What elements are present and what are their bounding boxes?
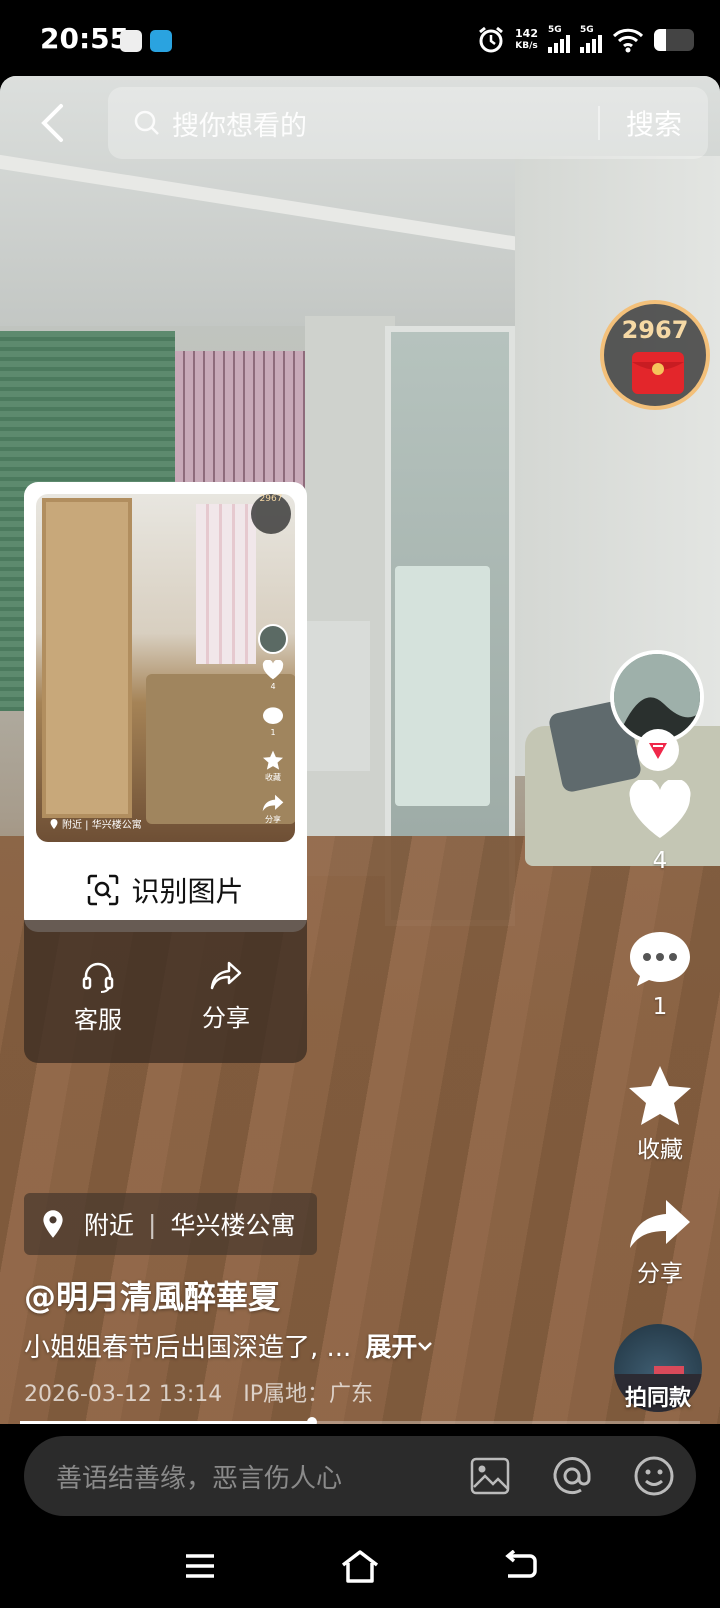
red-packet-widget[interactable]: 2967 [600, 300, 710, 410]
nav-back-button[interactable] [498, 1546, 542, 1586]
post-meta: 2026-03-12 13:14 IP属地：广东 [24, 1376, 387, 1408]
mention-button[interactable] [550, 1454, 594, 1498]
scan-image-icon [88, 874, 119, 906]
comment-button[interactable]: 1 [600, 928, 720, 1020]
favorite-label: 收藏 [637, 1137, 683, 1163]
follow-button[interactable] [637, 729, 679, 771]
thumb-comment: 1 [258, 706, 288, 737]
back-arrow-icon [41, 104, 63, 142]
menu-icon [186, 1554, 214, 1578]
location-tag[interactable]: 附近 | 华兴楼公寓 [24, 1193, 318, 1255]
signal-sim1-icon: 5G [548, 25, 570, 53]
remix-label[interactable]: 拍同款 [600, 1380, 716, 1412]
status-time: 20:55 [40, 22, 130, 55]
wifi-icon [612, 28, 644, 53]
emoji-icon [634, 1456, 674, 1496]
share-arrow-icon [630, 1200, 690, 1248]
post-date: 2026-03-12 13:14 [24, 1382, 223, 1407]
location-nearby: 附近 [84, 1211, 135, 1240]
system-nav-bar [0, 1524, 720, 1608]
back-button[interactable] [30, 98, 74, 148]
thumb-avatar [258, 624, 288, 656]
search-input[interactable]: 搜你想看的 [172, 104, 598, 143]
thumb-red-packet: 2967 [251, 494, 291, 534]
network-speed: 142 KB/s [515, 27, 538, 52]
recognize-image-label: 识别图片 [131, 875, 244, 908]
share-button[interactable]: 分享 [600, 1198, 720, 1288]
like-count: 4 [652, 848, 668, 874]
thumb-location: 附近 | 华兴楼公寓 [50, 816, 142, 831]
customer-service-button[interactable]: 客服 [48, 960, 148, 1035]
telegram-icon [150, 30, 172, 52]
expand-button[interactable]: 展开 [365, 1327, 433, 1364]
popup-share-label: 分享 [202, 1004, 250, 1032]
comment-count: 1 [652, 994, 668, 1020]
chevron-down-icon [418, 1341, 433, 1351]
nav-home-button[interactable] [338, 1546, 382, 1586]
caption-text: 小姐姐春节后出国深造了, ... [24, 1333, 352, 1363]
author-name[interactable]: @明月清風醉華夏 [24, 1272, 280, 1318]
heart-icon [629, 780, 691, 838]
notification-app-icon [120, 30, 142, 52]
search-bar[interactable]: 搜你想看的 搜索 [108, 87, 708, 159]
headset-icon [82, 962, 114, 993]
popup-thumbnail: 2967 4 1 收藏 分享 附近 | 华兴楼公寓 [36, 494, 295, 842]
popup-action-panel: 客服 分享 [24, 920, 307, 1063]
post-caption[interactable]: 小姐姐春节后出国深造了, ... 展开 [24, 1327, 433, 1364]
alarm-icon [479, 26, 503, 53]
search-icon [134, 110, 159, 135]
emoji-button[interactable] [632, 1454, 676, 1498]
comment-icon [630, 932, 690, 986]
follow-arrow-icon [649, 743, 667, 759]
customer-service-label: 客服 [74, 1006, 122, 1034]
like-button[interactable]: 4 [600, 780, 720, 874]
battery-icon [654, 29, 694, 51]
at-icon [553, 1457, 591, 1495]
search-button[interactable]: 搜索 [600, 103, 708, 143]
thumb-favorite: 收藏 [258, 750, 288, 783]
location-place: 华兴楼公寓 [170, 1211, 296, 1240]
comment-input[interactable]: 善语结善缘，恶言伤人心 [56, 1458, 468, 1495]
favorite-button[interactable]: 收藏 [600, 1064, 720, 1164]
red-envelope-icon [632, 352, 684, 394]
comment-input-box[interactable]: 善语结善缘，恶言伤人心 [24, 1436, 696, 1516]
signal-sim2-icon: 5G [580, 25, 602, 53]
popup-share-button[interactable]: 分享 [176, 960, 276, 1033]
star-icon [629, 1066, 691, 1125]
post-ip-location: IP属地：广东 [243, 1382, 374, 1407]
red-packet-count: 2967 [621, 316, 689, 344]
image-button[interactable] [468, 1454, 512, 1498]
share-outline-icon [210, 961, 242, 990]
status-indicators: 142 KB/s 5G 5G [477, 24, 694, 56]
comment-bar: 善语结善缘，恶言伤人心 [0, 1424, 720, 1524]
image-action-popup: 2967 4 1 收藏 分享 附近 | 华兴楼公寓 识别图片 [24, 482, 307, 932]
back-return-icon [505, 1550, 537, 1578]
nav-menu-button[interactable] [178, 1546, 222, 1586]
location-separator: | [148, 1209, 157, 1239]
location-pin-icon [43, 1210, 63, 1238]
image-icon [470, 1457, 510, 1495]
status-bar: 20:55 142 KB/s 5G 5G [0, 0, 720, 80]
home-icon [341, 1550, 379, 1583]
thumb-share: 分享 [258, 794, 288, 825]
share-label: 分享 [637, 1261, 683, 1287]
thumb-like: 4 [258, 659, 288, 691]
